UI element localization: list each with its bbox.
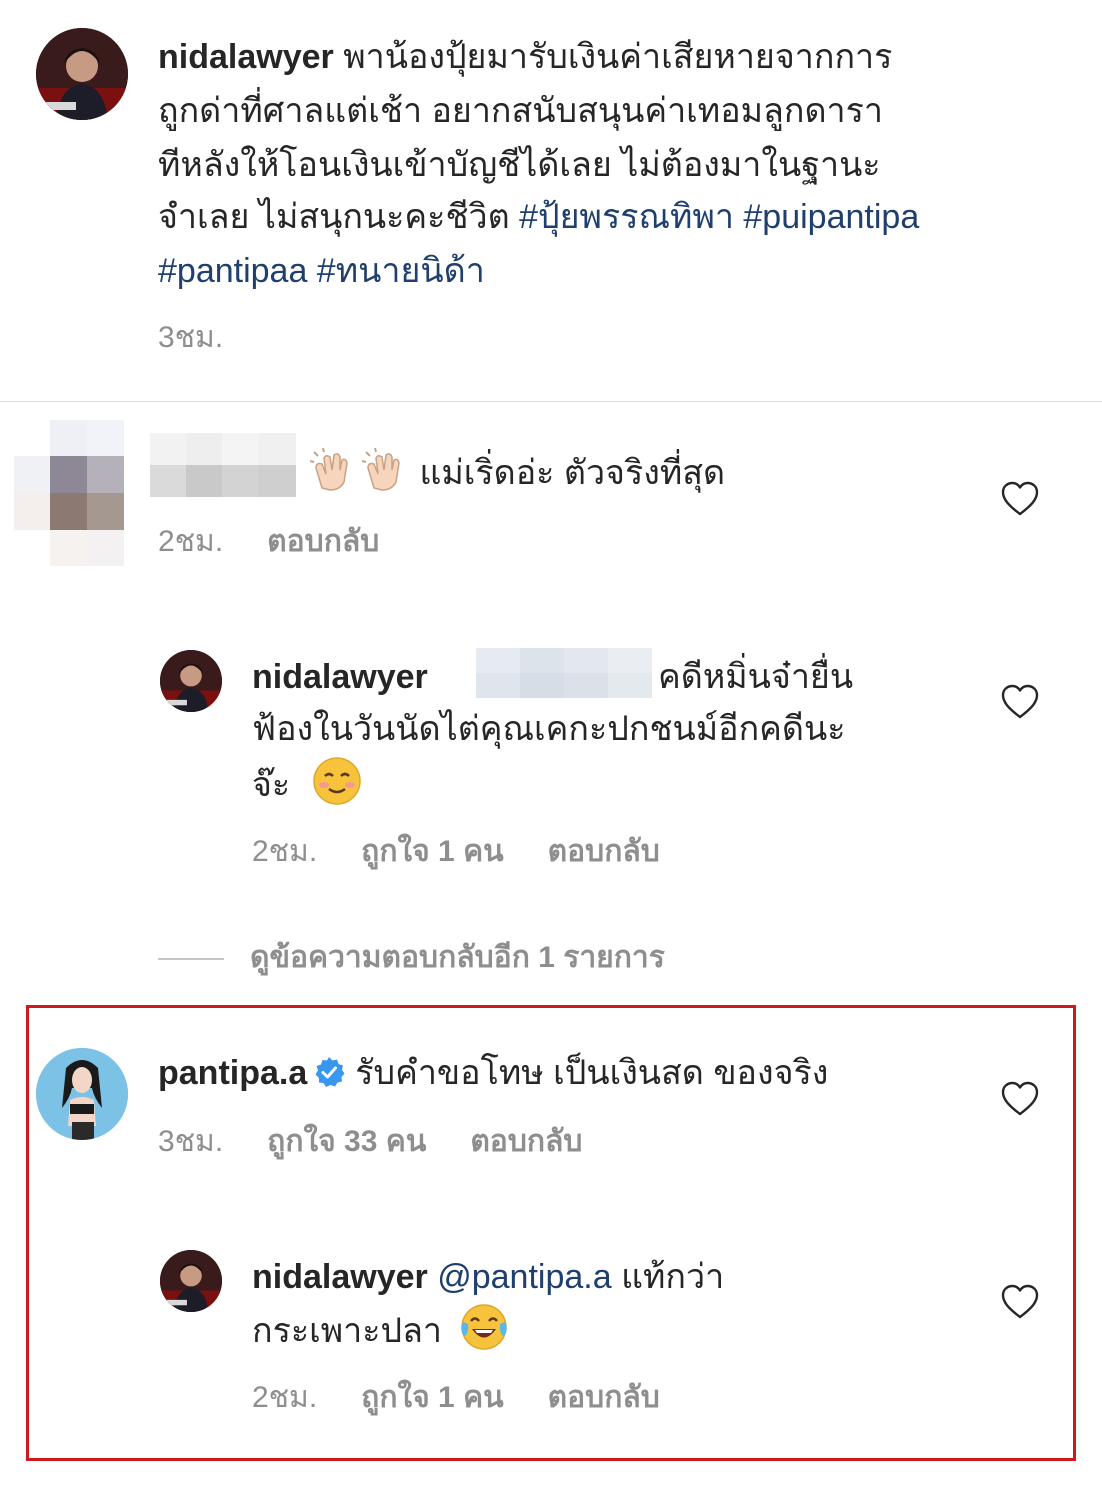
comment-time: 3ชม.: [158, 1125, 224, 1158]
caption-line-2: ถูกด่าที่ศาลแต่เช้า อยากสนับสนุนค่าเทอมล…: [158, 92, 883, 130]
likes-count-link[interactable]: ถูกใจ 1 คน: [361, 1378, 504, 1418]
reply-1-text-line-2: ฟ้องในวันนัดไต่คุณเคกะปกชนม์อีกคดีนะ: [252, 710, 846, 748]
reply-button[interactable]: ตอบกลับ: [548, 832, 660, 872]
reply-1-line-1: nidalawyer: [252, 650, 428, 704]
reply-2-line-1: nidalawyer @pantipa.a แท้กว่า: [252, 1250, 724, 1304]
comment-1-meta: 2ชม. ตอบกลับ: [158, 522, 423, 562]
nidalawyer-avatar[interactable]: [36, 28, 128, 120]
caption-line-1: nidalawyer พาน้องปุ้ยมารับเงินค่าเสียหาย…: [158, 30, 892, 84]
reply-2-meta: 2ชม. ถูกใจ 1 คน ตอบกลับ: [252, 1378, 704, 1418]
comment-time: 2ชม.: [252, 1381, 318, 1414]
divider: [0, 401, 1102, 402]
like-heart-icon[interactable]: [1000, 1079, 1040, 1119]
comment-1-text: แม่เริ่ดอ่ะ ตัวจริงที่สุด: [419, 454, 726, 492]
pantipa-comment-meta: 3ชม. ถูกใจ 33 คน ตอบกลับ: [158, 1122, 626, 1162]
smiling-face-icon: [312, 756, 362, 806]
likes-count-link[interactable]: ถูกใจ 1 คน: [361, 832, 504, 872]
caption-time: 3ชม.: [158, 321, 224, 354]
pantipa-comment-line: pantipa.a รับคำขอโทษ เป็นเงินสด ของจริง: [158, 1046, 828, 1100]
clapping-hands-icon: [362, 448, 406, 492]
clapping-hands-icon: [310, 448, 354, 492]
pantipa-comment-text: รับคำขอโทษ เป็นเงินสด ของจริง: [355, 1054, 829, 1092]
reply-1-meta: 2ชม. ถูกใจ 1 คน ตอบกลับ: [252, 832, 704, 872]
caption-line-3: ทีหลังให้โอนเงินเข้าบัญชีได้เลย ไม่ต้องม…: [158, 146, 881, 184]
caption-line-4: จำเลย ไม่สนุกนะคะชีวิต #ปุ้ยพรรณทิพา #pu…: [158, 190, 919, 244]
view-replies-line: [158, 958, 224, 960]
comment-1-text-line: แม่เริ่ดอ่ะ ตัวจริงที่สุด: [306, 446, 725, 500]
hashtag-link[interactable]: #ปุ้ยพรรณทิพา #puipantipa: [519, 198, 919, 236]
reply-1-text-line-3: จ๊ะ: [252, 756, 366, 812]
verified-badge-icon: [313, 1056, 345, 1088]
reply-2-text: แท้กว่า: [621, 1258, 725, 1296]
reply-button[interactable]: ตอบกลับ: [267, 522, 379, 562]
blurred-avatar[interactable]: [14, 420, 124, 566]
caption-text: พาน้องปุ้ยมารับเงินค่าเสียหายจากการ: [343, 38, 893, 76]
nidalawyer-avatar[interactable]: [160, 650, 222, 712]
mention-link[interactable]: @pantipa.a: [437, 1258, 611, 1296]
likes-count-link[interactable]: ถูกใจ 33 คน: [267, 1122, 426, 1162]
blurred-mention[interactable]: [476, 648, 652, 698]
face-with-tears-of-joy-icon: [459, 1302, 509, 1352]
comment-time: 2ชม.: [252, 835, 318, 868]
caption-text: จำเลย ไม่สนุกนะคะชีวิต: [158, 198, 510, 236]
view-more-replies-button[interactable]: ดูข้อความตอบกลับอีก 1 รายการ: [250, 938, 709, 978]
reply-username[interactable]: nidalawyer: [252, 1258, 428, 1296]
reply-button[interactable]: ตอบกลับ: [548, 1378, 660, 1418]
like-heart-icon[interactable]: [1000, 682, 1040, 722]
reply-username[interactable]: nidalawyer: [252, 658, 428, 696]
reply-button[interactable]: ตอบกลับ: [470, 1122, 582, 1162]
pantipa-avatar[interactable]: [36, 1048, 128, 1140]
caption-username[interactable]: nidalawyer: [158, 38, 334, 76]
like-heart-icon[interactable]: [1000, 1282, 1040, 1322]
caption-hashtags[interactable]: #pantipaa #ทนายนิด้า: [158, 244, 485, 298]
comment-time: 2ชม.: [158, 525, 224, 558]
nidalawyer-avatar[interactable]: [160, 1250, 222, 1312]
reply-2-line-2: กระเพาะปลา: [252, 1302, 513, 1358]
like-heart-icon[interactable]: [1000, 479, 1040, 519]
pantipa-username[interactable]: pantipa.a: [158, 1054, 307, 1092]
reply-1-text-line-1: คดีหมิ่นจ๋ายื่น: [658, 658, 854, 696]
blurred-username[interactable]: [150, 433, 296, 497]
